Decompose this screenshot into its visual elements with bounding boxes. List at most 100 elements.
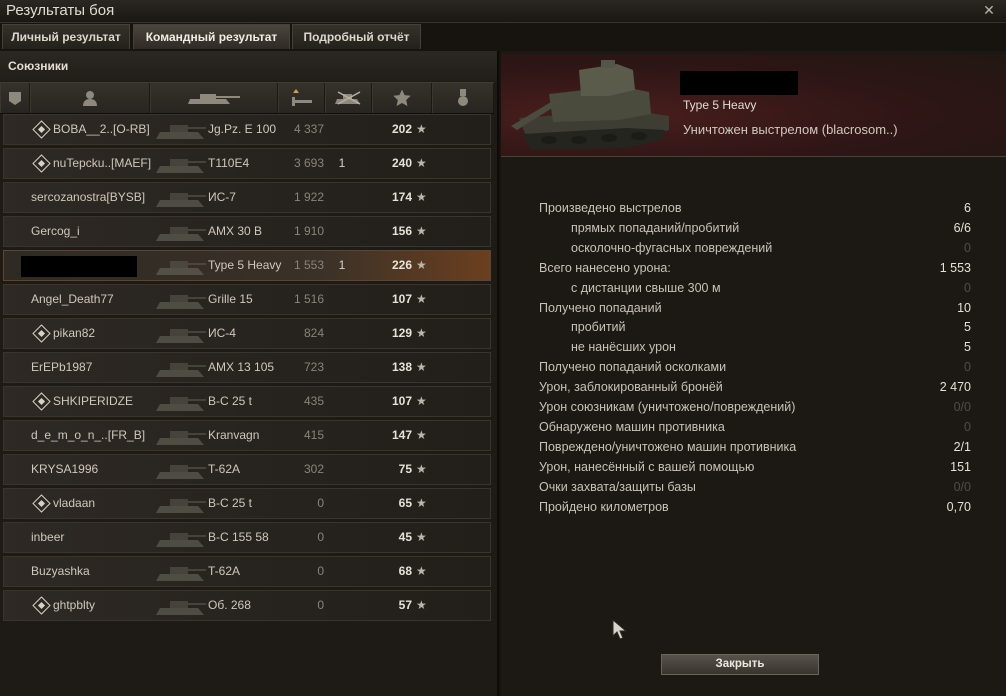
vehicle-name: Kranvagn (208, 428, 260, 442)
stat-row: Повреждено/уничтожено машин противника 2/… (539, 440, 971, 459)
close-button[interactable]: Закрыть (661, 654, 819, 675)
tab-personal-result[interactable]: Личный результат (2, 24, 130, 49)
xp-value: 174 (391, 190, 412, 204)
player-row[interactable]: inbeer B-C 155 58 0 45 ★ (3, 522, 491, 553)
damage-value: 0 (317, 530, 324, 544)
stat-label: прямых попаданий/пробитий (571, 220, 740, 235)
xp-value: 147 (391, 428, 412, 442)
player-name: d_e_m_o_n_..[FR_B] (31, 428, 146, 442)
player-row[interactable]: d_e_m_o_n_..[FR_B] Kranvagn 415 147 ★ (3, 420, 491, 451)
window-close-icon[interactable]: ✕ (980, 2, 998, 19)
stat-label: Урон союзникам (уничтожено/повреждений) (539, 400, 796, 414)
vehicle-name: T110E4 (208, 156, 250, 170)
stat-label: пробитий (571, 320, 626, 335)
vehicle-tank-icon (156, 431, 206, 445)
player-icon (83, 91, 97, 106)
kills-value: 1 (338, 258, 346, 272)
xp-value: 57 (398, 598, 412, 612)
player-name: Buzyashka (31, 564, 90, 578)
damage-column-header[interactable] (278, 83, 325, 113)
stat-value: 5 (964, 320, 971, 335)
stat-label: не нанёсших урон (571, 340, 676, 355)
stat-value: 0 (964, 360, 971, 375)
xp-value: 138 (391, 360, 412, 374)
tab-bar: Личный результат Командный результат Под… (0, 24, 1006, 50)
stat-value: 6 (964, 201, 971, 215)
tab-team-result[interactable]: Командный результат (133, 24, 290, 49)
mouse-cursor-icon (612, 619, 628, 640)
platoon-column-header[interactable] (0, 83, 30, 113)
xp-value: 240 (391, 156, 412, 170)
allies-panel: Союзники BOBA__2..[O-RB] Jg.Pz. E 100 4 33… (0, 51, 499, 696)
xp-column-header[interactable] (372, 83, 432, 113)
stat-value: 0/0 (953, 479, 971, 494)
xp-star-icon: ★ (416, 462, 427, 476)
player-row-self[interactable]: Type 5 Heavy 1 553 1 226 ★ (3, 250, 491, 281)
platoon-icon (32, 596, 51, 615)
allies-title: Союзники (8, 59, 69, 73)
player-row[interactable]: sercozanostra[BYSB] ИС-7 1 922 174 ★ (3, 182, 491, 213)
player-row[interactable]: Buzyashka T-62A 0 68 ★ (3, 556, 491, 587)
redacted-player-name (680, 71, 798, 95)
stat-row: Урон, заблокированный бронёй 2 470 (539, 380, 971, 399)
stat-row: Урон, нанесённый с вашей помощью 151 (539, 460, 971, 479)
damage-value: 1 553 (293, 258, 324, 272)
vehicle-tank-icon (156, 193, 206, 207)
vehicle-name: AMX 30 B (208, 224, 263, 238)
vehicle-name: B-C 155 58 (208, 530, 269, 544)
player-row[interactable]: pikan82 ИС-4 824 129 ★ (3, 318, 491, 349)
xp-star-icon: ★ (416, 224, 427, 238)
player-row[interactable]: SHKIPERIDZE B-C 25 t 435 107 ★ (3, 386, 491, 417)
player-name: Gercog_i (31, 224, 80, 238)
player-row[interactable]: Angel_Death77 Grille 15 1 516 107 ★ (3, 284, 491, 315)
window-title: Результаты боя (6, 2, 115, 19)
kills-column-header[interactable] (325, 83, 372, 113)
stat-row: осколочно-фугасных повреждений 0 (539, 241, 971, 260)
medal-column-header[interactable] (432, 83, 494, 113)
xp-value: 75 (398, 462, 412, 476)
player-row[interactable]: nuTepcku..[MAEF] T110E4 3 693 1 240 ★ (3, 148, 491, 179)
platoon-icon (32, 154, 51, 173)
stat-value: 10 (957, 300, 971, 315)
stat-label: Урон, нанесённый с вашей помощью (539, 459, 755, 474)
xp-star-icon: ★ (416, 258, 427, 272)
xp-star-icon: ★ (416, 564, 427, 578)
player-row[interactable]: vladaan B-C 25 t 0 65 ★ (3, 488, 491, 519)
stat-value: 6/6 (953, 220, 971, 235)
stat-label: Получено попаданий (539, 300, 662, 315)
xp-star-icon: ★ (416, 598, 427, 612)
vehicle-tank-icon (156, 295, 206, 309)
damage-value: 1 922 (293, 190, 324, 204)
vehicle-tank-icon (156, 601, 206, 615)
player-row[interactable]: KRYSA1996 T-62A 302 75 ★ (3, 454, 491, 485)
tank-column-header[interactable] (150, 83, 278, 113)
player-name: sercozanostra[BYSB] (31, 190, 146, 204)
vehicle-tank-icon (156, 159, 206, 173)
tab-detailed-report[interactable]: Подробный отчёт (292, 24, 421, 49)
damage-value: 415 (303, 428, 324, 442)
xp-value: 68 (398, 564, 412, 578)
stat-value: 1 553 (939, 260, 971, 275)
player-row[interactable]: ghtpblty Об. 268 0 57 ★ (3, 590, 491, 621)
xp-star-icon: ★ (416, 530, 427, 544)
player-column-header[interactable] (30, 83, 150, 113)
stat-row: Произведено выстрелов 6 (539, 201, 971, 220)
player-name: vladaan (53, 496, 96, 510)
player-row[interactable]: Gercog_i AMX 30 B 1 910 156 ★ (3, 216, 491, 247)
player-row[interactable]: BOBA__2..[O-RB] Jg.Pz. E 100 4 337 202 ★ (3, 114, 491, 145)
vehicle-tank-icon (156, 329, 206, 343)
stat-label: Повреждено/уничтожено машин противника (539, 439, 797, 454)
vehicle-name: Grille 15 (208, 292, 253, 306)
platoon-icon (9, 92, 21, 105)
xp-value: 45 (398, 530, 412, 544)
vehicle-name: Type 5 Heavy (208, 258, 282, 272)
xp-star-icon: ★ (416, 428, 427, 442)
player-name: pikan82 (53, 326, 96, 340)
vehicle-name: T-62A (208, 462, 241, 476)
xp-value: 129 (391, 326, 412, 340)
player-row[interactable]: ErEPb1987 AMX 13 105 723 138 ★ (3, 352, 491, 383)
xp-value: 156 (391, 224, 412, 238)
kills-value: 1 (338, 156, 346, 170)
damage-value: 302 (303, 462, 324, 476)
player-name: SHKIPERIDZE (53, 394, 134, 408)
